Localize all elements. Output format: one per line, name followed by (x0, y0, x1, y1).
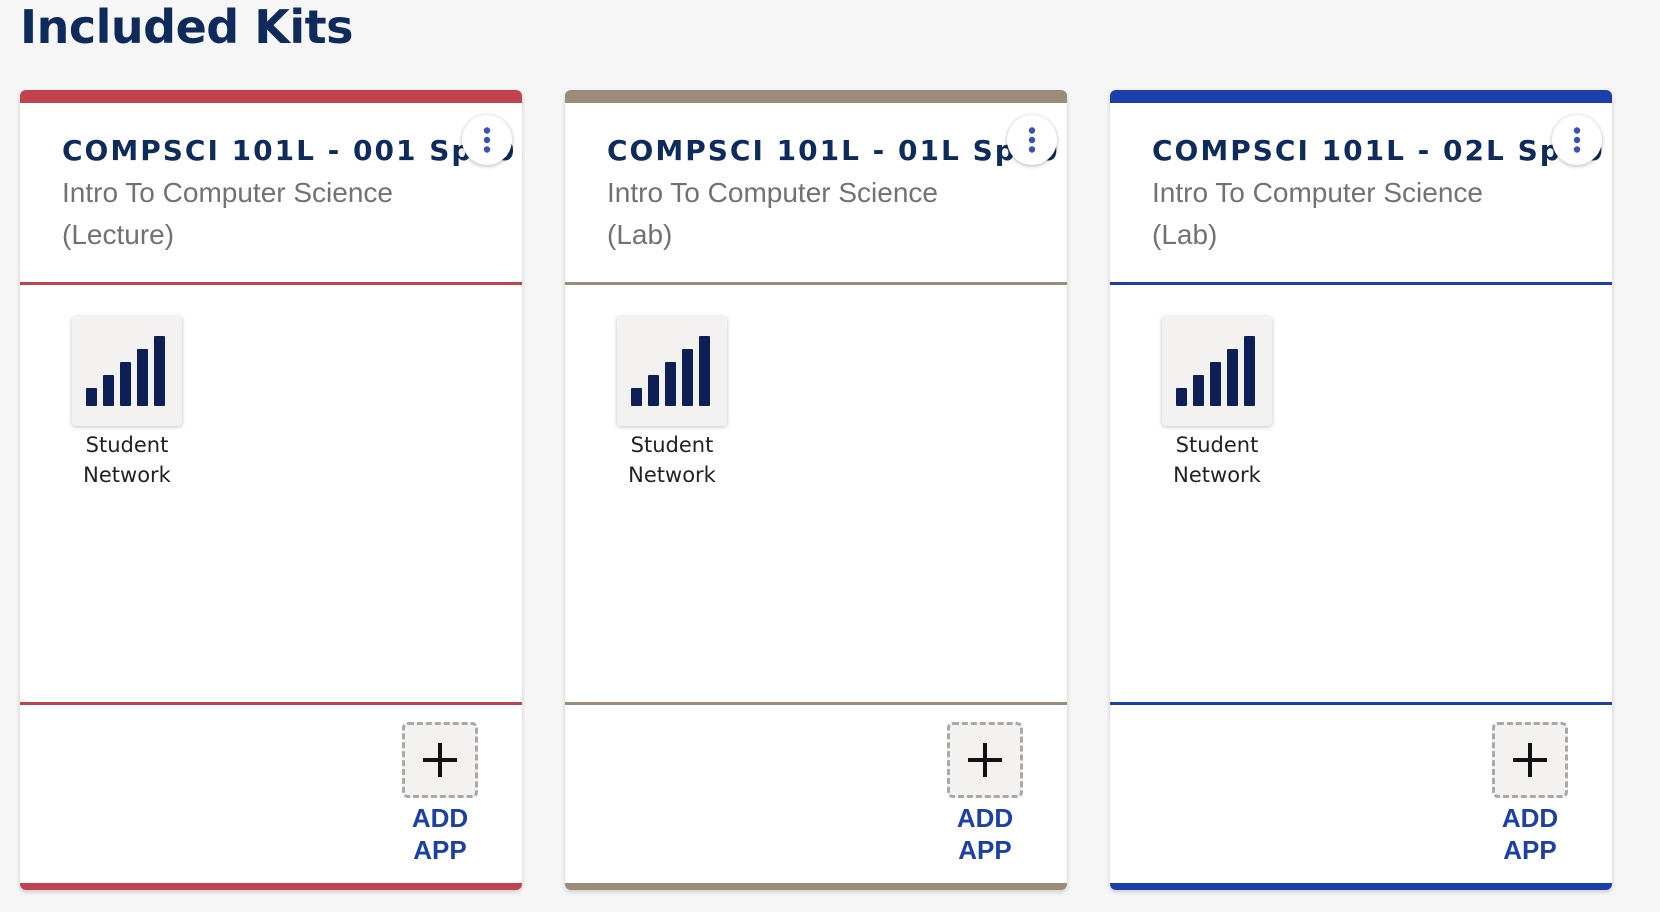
app-label: Student Network (1173, 433, 1261, 487)
card-divider (20, 702, 522, 705)
card-divider (1110, 282, 1612, 285)
vertical-dots-icon (1573, 127, 1581, 153)
page-title: Included Kits (20, 0, 354, 54)
card-subtitle: Intro To Computer Science (Lab) (1152, 177, 1483, 250)
card-bottom-accent-bar (20, 883, 522, 890)
add-app-label[interactable]: ADD APP (1500, 802, 1560, 866)
vertical-dots-icon (1028, 127, 1036, 153)
signal-bars-icon (86, 336, 165, 406)
card-menu-button[interactable] (1552, 115, 1602, 165)
app-icon[interactable] (72, 316, 182, 426)
card-title: COMPSCI 101L - 01L Sp20 (607, 134, 1060, 167)
add-app-icon[interactable] (947, 722, 1023, 798)
card-title: COMPSCI 101L - 001 Sp20 (62, 134, 517, 167)
card-top-accent-bar (1110, 90, 1612, 103)
plus-icon (968, 743, 1002, 777)
signal-bars-icon (1176, 336, 1255, 406)
app-tile-student-network[interactable]: Student Network (617, 316, 727, 490)
app-tile-student-network[interactable]: Student Network (1162, 316, 1272, 490)
app-label: Student Network (83, 433, 171, 487)
card-divider (565, 282, 1067, 285)
app-icon[interactable] (617, 316, 727, 426)
card-divider (1110, 702, 1612, 705)
plus-icon (1513, 743, 1547, 777)
add-app-icon[interactable] (1492, 722, 1568, 798)
add-app-button[interactable]: ADD APP (1490, 722, 1570, 866)
plus-icon (423, 743, 457, 777)
card-top-accent-bar (20, 90, 522, 103)
card-subtitle: Intro To Computer Science (Lecture) (62, 177, 393, 250)
card-menu-button[interactable] (462, 115, 512, 165)
add-app-label[interactable]: ADD APP (410, 802, 470, 866)
card-bottom-accent-bar (565, 883, 1067, 890)
add-app-button[interactable]: ADD APP (400, 722, 480, 866)
vertical-dots-icon (483, 127, 491, 153)
card-subtitle: Intro To Computer Science (Lab) (607, 177, 938, 250)
add-app-button[interactable]: ADD APP (945, 722, 1025, 866)
card-divider (565, 702, 1067, 705)
add-app-icon[interactable] (402, 722, 478, 798)
app-tile-student-network[interactable]: Student Network (72, 316, 182, 490)
card-divider (20, 282, 522, 285)
kit-card: COMPSCI 101L - 01L Sp20 Intro To Compute… (565, 90, 1067, 890)
card-top-accent-bar (565, 90, 1067, 103)
signal-bars-icon (631, 336, 710, 406)
card-title: COMPSCI 101L - 02L Sp20 (1152, 134, 1605, 167)
app-icon[interactable] (1162, 316, 1272, 426)
app-label: Student Network (628, 433, 716, 487)
kit-card: COMPSCI 101L - 02L Sp20 Intro To Compute… (1110, 90, 1612, 890)
kit-card: COMPSCI 101L - 001 Sp20 Intro To Compute… (20, 90, 522, 890)
card-bottom-accent-bar (1110, 883, 1612, 890)
card-menu-button[interactable] (1007, 115, 1057, 165)
add-app-label[interactable]: ADD APP (955, 802, 1015, 866)
